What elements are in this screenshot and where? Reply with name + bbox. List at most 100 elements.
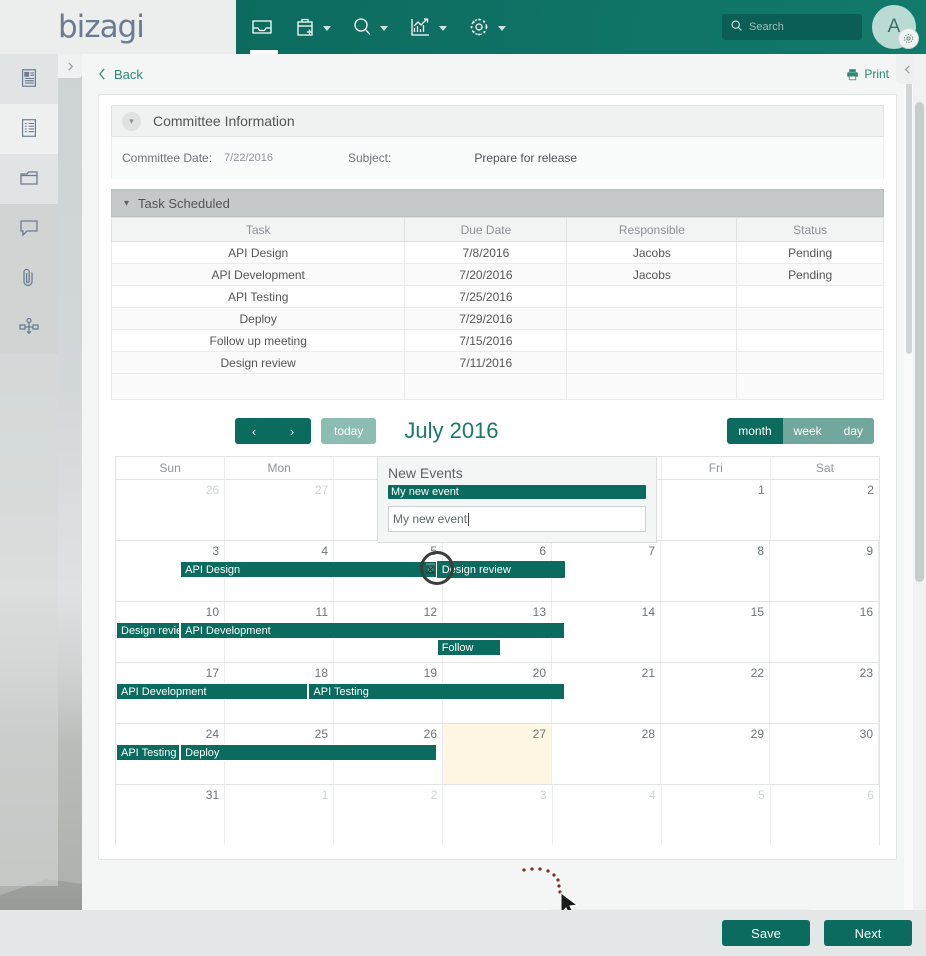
- committee-information-header[interactable]: ▾ Committee Information: [111, 105, 884, 137]
- calendar-day-number: 25: [314, 727, 328, 741]
- calendar-event-bar[interactable]: API Development: [180, 622, 565, 639]
- calendar-event-bar[interactable]: Design review: [436, 561, 565, 578]
- search-input[interactable]: [749, 21, 854, 33]
- calendar-event-bar[interactable]: API Testing: [116, 744, 181, 761]
- calendar-event-bar[interactable]: Design revie: [116, 622, 181, 639]
- calendar-day-cell[interactable]: 3: [443, 785, 553, 845]
- calendar-day-cell[interactable]: 21: [552, 663, 661, 723]
- nav-inbox[interactable]: [236, 0, 280, 54]
- page-scrollbar-thumb[interactable]: [906, 54, 912, 354]
- calendar-view-week[interactable]: week: [782, 418, 833, 444]
- calendar-day-cell[interactable]: 27: [443, 724, 552, 784]
- sidebar-item-summary[interactable]: [0, 104, 58, 154]
- new-event-chip[interactable]: My new event: [388, 485, 646, 499]
- calendar-day-cell[interactable]: 6: [771, 785, 879, 845]
- calendar-day-number: 7: [648, 544, 655, 558]
- calendar-day-number: 2: [430, 788, 438, 802]
- calendar-day-cell[interactable]: 15: [661, 602, 770, 662]
- table-row[interactable]: API Development 7/20/2016 Jacobs Pending: [110, 263, 884, 286]
- calendar-day-cell[interactable]: 7: [552, 541, 661, 601]
- rail-expand-button[interactable]: [58, 54, 82, 78]
- committee-date-value: 7/22/2016: [224, 152, 273, 164]
- task-scheduled-header[interactable]: ▾ Task Scheduled: [111, 189, 884, 217]
- calendar-day-number: 13: [532, 605, 546, 619]
- table-row[interactable]: Deploy 7/29/2016: [110, 307, 884, 330]
- chevron-down-icon[interactable]: ▾: [124, 198, 129, 209]
- chevron-down-icon: [380, 25, 388, 31]
- nav-search[interactable]: [337, 0, 394, 54]
- calendar-day-cell[interactable]: 16: [770, 602, 879, 662]
- table-row[interactable]: Follow up meeting 7/15/2016: [110, 329, 884, 352]
- calendar-event-bar[interactable]: API Design: [180, 561, 437, 578]
- calendar-day-cell[interactable]: 29: [661, 724, 770, 784]
- avatar-gear-icon[interactable]: [899, 29, 918, 48]
- calendar-nav-group: ‹ ›: [235, 418, 311, 444]
- table-row[interactable]: API Design 7/8/2016 Jacobs Pending: [110, 241, 884, 264]
- calendar-day-cell[interactable]: 2: [334, 785, 444, 845]
- calendar-day-cell[interactable]: 14: [552, 602, 661, 662]
- calendar-day-cell[interactable]: 1: [662, 480, 771, 540]
- save-button[interactable]: Save: [722, 920, 810, 946]
- nav-analytics[interactable]: [394, 0, 453, 54]
- calendar-day-cell[interactable]: 8: [661, 541, 770, 601]
- new-event-input[interactable]: My new event: [388, 506, 646, 532]
- sidebar-item-process[interactable]: [0, 304, 58, 354]
- table-row[interactable]: Design review 7/11/2016: [110, 351, 884, 374]
- column-responsible[interactable]: Responsible: [566, 217, 738, 242]
- event-resize-handle[interactable]: [424, 562, 436, 574]
- printer-icon: [847, 68, 859, 80]
- cell-status: Pending: [736, 263, 884, 286]
- calendar-event-bar[interactable]: API Testing: [308, 683, 565, 700]
- nav-settings[interactable]: [453, 0, 512, 54]
- column-due-date[interactable]: Due Date: [404, 217, 568, 242]
- back-button[interactable]: Back: [98, 67, 143, 82]
- calendar-view-day[interactable]: day: [832, 418, 874, 444]
- calendar-week-row: 10 11 12 13 14 15 16 Design revie API Developmen…: [116, 601, 879, 662]
- calendar-today-button[interactable]: today: [321, 418, 377, 444]
- calendar-event-bar[interactable]: API Development: [116, 683, 309, 700]
- calendar-day-cell[interactable]: 28: [552, 724, 661, 784]
- window-scrollbar-thumb[interactable]: [915, 102, 924, 582]
- column-task[interactable]: Task: [110, 217, 406, 242]
- calendar-day-cell[interactable]: 27: [225, 480, 335, 540]
- calendar-day-cell[interactable]: 4: [553, 785, 662, 845]
- calendar-day-cell[interactable]: 22: [661, 663, 770, 723]
- calendar-day-cell[interactable]: 9: [770, 541, 879, 601]
- calendar-day-cell[interactable]: 23: [770, 663, 879, 723]
- sidebar-item-form[interactable]: [0, 54, 58, 104]
- table-row[interactable]: API Testing 7/25/2016: [110, 285, 884, 308]
- page-scrollbar-track[interactable]: [904, 54, 913, 910]
- calendar-day-cell[interactable]: 26: [116, 480, 226, 540]
- calendar-event-bar[interactable]: Follow: [436, 639, 501, 656]
- calendar-day-cell[interactable]: 5: [662, 785, 771, 845]
- window-scrollbar-track[interactable]: [913, 54, 926, 910]
- chevron-left-icon: [99, 68, 105, 80]
- next-button[interactable]: Next: [824, 920, 912, 946]
- top-navigation-bar: bizagi Search A: [0, 0, 926, 54]
- print-button[interactable]: Print: [846, 67, 889, 81]
- sidebar-item-attachments[interactable]: [0, 254, 58, 304]
- cell-task: Design review: [110, 351, 406, 374]
- sidebar-item-documents[interactable]: [0, 154, 58, 204]
- calendar-day-number: 8: [757, 544, 764, 558]
- chevron-down-icon[interactable]: ▾: [122, 111, 141, 131]
- logo-area: bizagi: [0, 0, 236, 54]
- calendar-day-cell[interactable]: 1: [225, 785, 335, 845]
- nav-new-case[interactable]: [280, 0, 337, 54]
- calendar-day-cell[interactable]: 30: [770, 724, 879, 784]
- bizagi-logo[interactable]: bizagi: [58, 9, 145, 45]
- sidebar-item-comments[interactable]: [0, 204, 58, 254]
- calendar-view-month[interactable]: month: [727, 418, 783, 444]
- calendar-day-number: 11: [315, 605, 328, 619]
- column-status[interactable]: Status: [736, 217, 884, 242]
- inbox-icon: [250, 15, 274, 39]
- calendar-day-number: 18: [314, 666, 328, 680]
- user-menu[interactable]: A: [862, 0, 926, 54]
- calendar-day-cell[interactable]: 31: [116, 785, 226, 845]
- calendar-day-cell[interactable]: 2: [771, 480, 879, 540]
- calendar-next-button[interactable]: ›: [273, 418, 311, 444]
- form-card: ▾ Committee Information Committee Date: …: [98, 94, 897, 910]
- calendar-prev-button[interactable]: ‹: [235, 418, 273, 444]
- calendar-event-bar[interactable]: Deploy: [180, 744, 437, 761]
- global-search[interactable]: [722, 14, 862, 40]
